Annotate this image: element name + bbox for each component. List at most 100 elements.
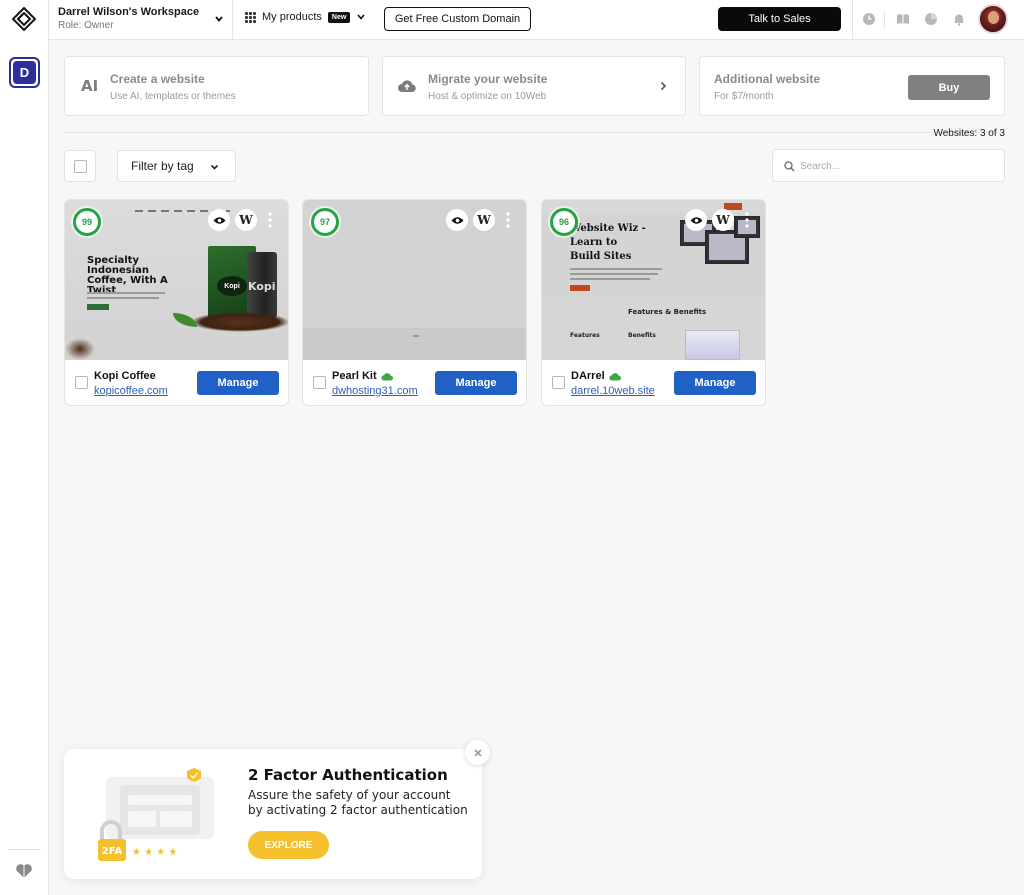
site-checkbox[interactable] — [75, 376, 88, 389]
performance-score-badge: 96 — [550, 208, 578, 236]
thumb-coffee-beans — [190, 312, 288, 332]
avatar-face — [988, 11, 999, 24]
talk-to-sales-button[interactable]: Talk to Sales — [718, 7, 841, 31]
get-free-domain-button[interactable]: Get Free Custom Domain — [384, 7, 531, 31]
thumb-footer-band — [303, 328, 526, 360]
chevron-down-icon — [357, 14, 365, 20]
workspace-name: Darrel Wilson's Workspace — [58, 6, 200, 18]
site-card-darrel: Website Wiz - Learn to Build Sites Featu… — [541, 199, 766, 406]
thumb-text-line — [87, 292, 165, 294]
heart-icon[interactable] — [15, 863, 33, 879]
manage-button[interactable]: Manage — [197, 371, 279, 395]
workspace-avatar-letter: D — [13, 61, 36, 84]
clock-icon[interactable] — [862, 12, 876, 26]
thumb-section-title: Features & Benefits — [628, 308, 707, 316]
close-toast-button[interactable] — [465, 740, 490, 765]
site-checkbox[interactable] — [313, 376, 326, 389]
site-name: Kopi Coffee — [94, 370, 156, 382]
select-all-checkbox[interactable] — [64, 150, 96, 182]
site-name-text: Kopi Coffee — [94, 370, 156, 382]
chevron-down-icon[interactable] — [214, 14, 224, 24]
thumb-text-line — [570, 268, 662, 270]
10web-logo-icon[interactable] — [12, 7, 36, 31]
more-options-icon[interactable] — [745, 212, 749, 228]
websites-count: Websites: 3 of 3 — [933, 128, 1005, 139]
promo-title: Additional website — [714, 72, 821, 86]
search-input[interactable] — [800, 156, 995, 176]
site-domain-link[interactable]: kopicoffee.com — [94, 385, 168, 397]
filter-label: Filter by tag — [131, 159, 194, 173]
wordpress-icon[interactable]: W — [712, 209, 734, 231]
divider — [232, 0, 233, 40]
book-icon[interactable] — [896, 12, 910, 26]
site-name: Pearl Kit — [332, 370, 393, 382]
buy-button[interactable]: Buy — [908, 75, 990, 100]
new-badge: New — [327, 11, 351, 23]
thumb-button — [87, 304, 109, 310]
hosted-cloud-icon — [381, 372, 393, 380]
apps-grid-icon — [245, 11, 256, 23]
workspace-switcher[interactable]: Darrel Wilson's Workspace Role: Owner — [58, 6, 199, 31]
search-icon — [784, 161, 795, 172]
top-bar: Darrel Wilson's Workspace Role: Owner My… — [49, 0, 1024, 40]
promo-subtitle: Use AI, templates or themes — [110, 91, 236, 102]
site-thumbnail[interactable]: Specialty Indonesian Coffee, With A Twis… — [65, 200, 288, 360]
promo-subtitle: For $7/month — [714, 91, 774, 102]
eye-icon — [690, 216, 702, 224]
eye-icon — [451, 216, 463, 224]
site-checkbox[interactable] — [552, 376, 565, 389]
workspace-avatar[interactable]: D — [9, 57, 40, 88]
thumb-headline: Specialty Indonesian Coffee, With A Twis… — [87, 255, 168, 296]
more-options-icon[interactable] — [268, 212, 272, 228]
additional-website-card: Additional website For $7/month Buy — [699, 56, 1005, 116]
rating-stars: ★ ★ ★ ★ — [132, 847, 177, 858]
promo-title: Create a website — [110, 72, 205, 86]
thumb-button — [570, 285, 590, 291]
manage-button[interactable]: Manage — [435, 371, 517, 395]
preview-button[interactable] — [208, 209, 230, 231]
performance-score-badge: 97 — [311, 208, 339, 236]
preview-button[interactable] — [446, 209, 468, 231]
chevron-down-icon — [210, 164, 219, 170]
promo-subtitle: Host & optimize on 10Web — [428, 91, 547, 102]
site-card-kopi-coffee: Specialty Indonesian Coffee, With A Twis… — [64, 199, 289, 406]
thumb-screenshot — [685, 330, 740, 360]
user-avatar[interactable] — [978, 4, 1008, 34]
site-domain-link[interactable]: dwhosting31.com — [332, 385, 418, 397]
wordpress-icon[interactable]: W — [235, 209, 257, 231]
site-card-pearl-kit: 97 W Pearl Kit dwhosting31.com Manage — [302, 199, 527, 406]
explore-button[interactable]: EXPLORE — [248, 831, 329, 859]
thumb-text-line — [570, 278, 650, 280]
preview-button[interactable] — [685, 209, 707, 231]
manage-button[interactable]: Manage — [674, 371, 756, 395]
more-options-icon[interactable] — [506, 212, 510, 228]
site-domain-link[interactable]: darrel.10web.site — [571, 385, 655, 397]
bell-icon[interactable] — [952, 12, 966, 26]
thumb-col-label: Features — [570, 332, 600, 339]
site-thumbnail[interactable]: Website Wiz - Learn to Build Sites Featu… — [542, 200, 765, 360]
thumb-text-line — [570, 273, 658, 275]
thumb-coffee-beans — [65, 338, 95, 360]
pie-chart-icon[interactable] — [924, 12, 938, 26]
site-name-text: Pearl Kit — [332, 370, 377, 382]
my-products-menu[interactable]: My products New — [245, 11, 366, 23]
create-website-card[interactable]: AI Create a website Use AI, templates or… — [64, 56, 369, 116]
section-divider — [64, 132, 1005, 133]
eye-icon — [213, 216, 225, 224]
thumb-cup-label: Kopi — [248, 280, 276, 293]
thumb-headline: Website Wiz - Learn to Build Sites — [570, 223, 646, 262]
rail-divider — [8, 849, 41, 850]
filter-by-tag-dropdown[interactable]: Filter by tag — [117, 150, 236, 182]
hosted-cloud-icon — [609, 372, 621, 380]
toast-title: 2 Factor Authentication — [248, 766, 448, 784]
site-thumbnail[interactable]: 97 W — [303, 200, 526, 360]
my-products-label: My products — [262, 11, 322, 23]
two-factor-illustration: 2FA ★ ★ ★ ★ — [98, 768, 214, 861]
toast-body: Assure the safety of your account by act… — [248, 788, 468, 817]
workspace-role: Role: Owner — [58, 20, 114, 31]
cloud-upload-icon — [398, 80, 416, 92]
migrate-website-card[interactable]: Migrate your website Host & optimize on … — [382, 56, 686, 116]
divider — [852, 0, 853, 40]
two-factor-promo-toast: 2FA ★ ★ ★ ★ 2 Factor Authentication Assu… — [64, 749, 482, 879]
wordpress-icon[interactable]: W — [473, 209, 495, 231]
